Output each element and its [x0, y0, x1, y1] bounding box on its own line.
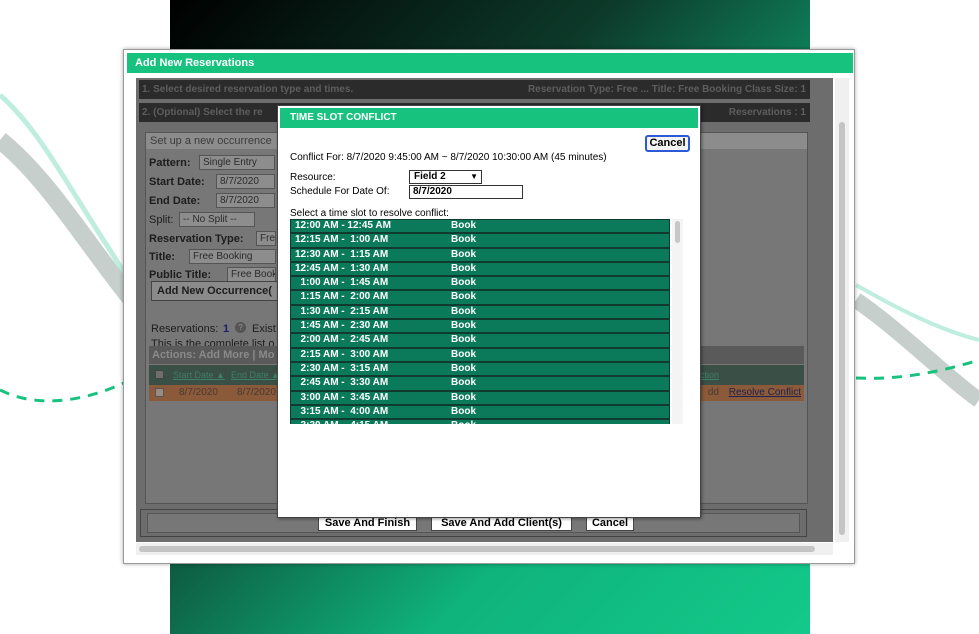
time-slot-range: 12:30 AM - 1:15 AM	[295, 248, 389, 260]
book-link[interactable]: Book	[451, 277, 476, 289]
time-slot-range: 2:45 AM - 3:30 AM	[295, 377, 389, 389]
book-link[interactable]: Book	[451, 306, 476, 318]
horizontal-scroll-thumb[interactable]	[139, 546, 815, 552]
time-slot-range: 12:00 AM - 12:45 AM	[295, 220, 391, 231]
time-slot-range: 3:15 AM - 4:00 AM	[295, 405, 389, 417]
resource-select[interactable]: Field 2 ▼	[409, 170, 482, 184]
book-link[interactable]: Book	[451, 291, 476, 303]
select-slot-prompt: Select a time slot to resolve conflict:	[290, 208, 449, 219]
resource-select-value: Field 2	[414, 171, 446, 182]
time-slot-row[interactable]: 12:45 AM - 1:30 AM Book	[290, 261, 670, 277]
vertical-scroll-thumb[interactable]	[839, 122, 845, 535]
existing-text: Exist	[252, 323, 276, 335]
time-slot-range: 3:00 AM - 3:45 AM	[295, 391, 389, 403]
screenshot-stage: Add New Reservations 1. Select desired r…	[0, 0, 979, 634]
end-date-input[interactable]: 8/7/2020	[216, 193, 275, 208]
time-slot-list-box: 12:00 AM - 12:45 AM Book 12:15 AM - 1:00 A…	[290, 219, 683, 424]
popup-cancel-button[interactable]: Cancel	[645, 135, 690, 152]
resource-label: Resource:	[290, 172, 336, 183]
col-action[interactable]: ction	[700, 365, 719, 385]
help-icon[interactable]: ?	[235, 322, 246, 333]
start-date-input[interactable]: 8/7/2020	[216, 174, 275, 189]
time-slot-range: 2:30 AM - 3:15 AM	[295, 362, 389, 374]
resolve-conflict-link[interactable]: Resolve Conflict	[729, 385, 801, 401]
end-date-label: End Date:	[149, 195, 201, 207]
time-slot-list: 12:00 AM - 12:45 AM Book 12:15 AM - 1:00 A…	[290, 219, 670, 424]
reservation-type-label: Reservation Type:	[149, 233, 244, 245]
time-slot-row[interactable]: 2:45 AM - 3:30 AM Book	[290, 376, 670, 391]
pattern-label: Pattern:	[149, 157, 191, 169]
conflict-for-text: Conflict For: 8/7/2020 9:45:00 AM ~ 8/7/…	[290, 152, 607, 163]
time-slot-row[interactable]: 3:15 AM - 4:00 AM Book	[290, 404, 670, 420]
time-slot-row[interactable]: 1:30 AM - 2:15 AM Book	[290, 304, 670, 320]
reservations-label: Reservations:	[151, 323, 219, 335]
time-slot-range: 1:45 AM - 2:30 AM	[295, 320, 389, 332]
row-add[interactable]: dd	[708, 385, 719, 401]
book-link[interactable]: Book	[451, 392, 476, 404]
select-all-checkbox[interactable]	[155, 370, 164, 379]
public-title-input[interactable]: Free Book	[227, 267, 276, 282]
time-slot-row[interactable]: 1:45 AM - 2:30 AM Book	[290, 319, 670, 334]
time-slot-range: 1:15 AM - 2:00 AM	[295, 291, 389, 303]
book-link[interactable]: Book	[451, 334, 476, 346]
reservations-count[interactable]: 1	[223, 323, 229, 335]
split-select[interactable]: -- No Split --	[179, 212, 255, 227]
time-slot-row[interactable]: 12:30 AM - 1:15 AM Book	[290, 247, 670, 262]
time-slot-row[interactable]: 3:30 AM - 4:15 AM Book	[290, 419, 670, 424]
time-slot-range: 1:30 AM - 2:15 AM	[295, 305, 389, 317]
col-start-date[interactable]: Start Date ▲	[173, 365, 225, 385]
book-link[interactable]: Book	[451, 263, 476, 275]
pattern-select[interactable]: Single Entry	[199, 155, 275, 170]
time-slot-row[interactable]: 1:15 AM - 2:00 AM Book	[290, 290, 670, 305]
row-checkbox[interactable]	[155, 388, 164, 397]
book-link[interactable]: Book	[451, 420, 476, 424]
book-link[interactable]: Book	[451, 377, 476, 389]
dialog-horizontal-scrollbar[interactable]	[136, 543, 833, 555]
title-label: Title:	[149, 251, 176, 263]
book-link[interactable]: Book	[451, 220, 476, 232]
schedule-date-input[interactable]: 8/7/2020	[409, 185, 523, 199]
time-slot-row[interactable]: 12:00 AM - 12:45 AM Book	[290, 219, 670, 234]
step-1-summary: Reservation Type: Free ... Title: Free B…	[527, 84, 806, 95]
step-1-bar[interactable]: 1. Select desired reservation type and t…	[139, 80, 810, 99]
time-slot-conflict-popup: TIME SLOT CONFLICT Cancel Conflict For: …	[277, 105, 701, 518]
step-2-summary: Reservations : 1	[728, 107, 806, 118]
slot-scroll-thumb[interactable]	[675, 221, 680, 243]
col-end-date[interactable]: End Date ▲	[231, 365, 280, 385]
time-slot-range: 1:00 AM - 1:45 AM	[295, 277, 389, 289]
reservation-type-select[interactable]: Free	[256, 231, 276, 246]
row-start-date: 8/7/2020	[179, 387, 218, 398]
time-slot-range: 2:00 AM - 2:45 AM	[295, 334, 389, 346]
book-link[interactable]: Book	[451, 320, 476, 332]
dialog-vertical-scrollbar[interactable]	[835, 78, 849, 542]
time-slot-row[interactable]: 1:00 AM - 1:45 AM Book	[290, 276, 670, 291]
time-slot-range: 3:30 AM - 4:15 AM	[295, 420, 389, 424]
row-end-date: 8/7/2020	[237, 387, 276, 398]
step-1-text: 1. Select desired reservation type and t…	[142, 84, 354, 95]
split-label: Split:	[149, 214, 174, 226]
add-new-occurrence-button[interactable]: Add New Occurrence(	[151, 281, 279, 301]
time-slot-range: 2:15 AM - 3:00 AM	[295, 348, 389, 360]
time-slot-range: 12:15 AM - 1:00 AM	[295, 234, 389, 246]
title-input[interactable]: Free Booking	[189, 249, 276, 264]
public-title-label: Public Title:	[149, 269, 212, 281]
book-link[interactable]: Book	[451, 234, 476, 246]
start-date-label: Start Date:	[149, 176, 205, 188]
book-link[interactable]: Book	[451, 363, 476, 375]
popup-title: TIME SLOT CONFLICT	[280, 108, 698, 128]
time-slot-range: 12:45 AM - 1:30 AM	[295, 262, 389, 274]
time-slot-row[interactable]: 2:30 AM - 3:15 AM Book	[290, 361, 670, 377]
schedule-date-label: Schedule For Date Of:	[290, 186, 390, 197]
time-slot-row[interactable]: 12:15 AM - 1:00 AM Book	[290, 233, 670, 248]
time-slot-row[interactable]: 2:15 AM - 3:00 AM Book	[290, 347, 670, 362]
time-slot-row[interactable]: 2:00 AM - 2:45 AM Book	[290, 333, 670, 348]
slot-list-scrollbar[interactable]	[672, 219, 683, 424]
step-2-text: 2. (Optional) Select the re	[142, 107, 263, 118]
dialog-title: Add New Reservations	[127, 53, 853, 73]
book-link[interactable]: Book	[451, 406, 476, 418]
chevron-down-icon: ▼	[470, 172, 478, 181]
book-link[interactable]: Book	[451, 349, 476, 361]
time-slot-row[interactable]: 3:00 AM - 3:45 AM Book	[290, 390, 670, 405]
book-link[interactable]: Book	[451, 249, 476, 261]
